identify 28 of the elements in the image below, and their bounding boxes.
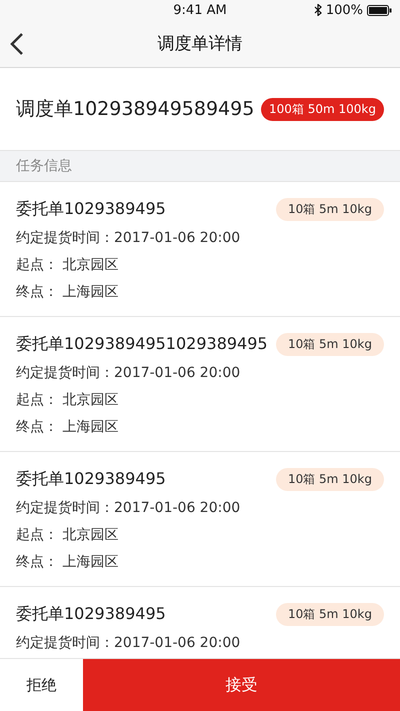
order-badge: 10箱 5m 10kg (276, 198, 384, 221)
end-point: 终点： 上海园区 (16, 418, 120, 437)
page-title: 调度单详情 (158, 33, 242, 55)
back-icon[interactable] (10, 32, 24, 56)
bluetooth-icon (314, 4, 322, 16)
order-title: 委托单1029389495 (16, 199, 166, 220)
start-point: 起点： 北京园区 (16, 391, 120, 410)
pickup-time: 约定提货时间：2017-01-06 20:00 (16, 499, 242, 518)
start-point: 起点： 北京园区 (16, 256, 120, 275)
order-title: 委托单10293894951029389495 (16, 334, 268, 355)
pickup-time: 约定提货时间：2017-01-06 20:00 (16, 634, 242, 653)
battery-percent: 100% (326, 2, 363, 18)
pickup-time: 约定提货时间：2017-01-06 20:00 (16, 364, 242, 383)
order-title: 委托单1029389495 (16, 604, 166, 625)
order-badge: 10箱 5m 10kg (276, 468, 384, 491)
start-point: 起点： 北京园区 (16, 526, 120, 545)
accept-button[interactable]: 接受 (83, 659, 400, 711)
dispatch-title: 调度单102938949589495 (16, 97, 254, 122)
order-badge: 10箱 5m 10kg (276, 333, 384, 356)
order-title: 委托单1029389495 (16, 469, 166, 490)
status-time: 9:41 AM (173, 2, 227, 18)
pickup-time: 约定提货时间：2017-01-06 20:00 (16, 229, 242, 248)
order-badge: 10箱 5m 10kg (276, 603, 384, 626)
section-title: 任务信息 (0, 150, 400, 182)
end-point: 终点： 上海园区 (16, 283, 120, 302)
total-badge: 100箱 50m 100kg (261, 98, 384, 120)
battery-icon (367, 4, 392, 16)
end-point: 终点： 上海园区 (16, 553, 120, 572)
